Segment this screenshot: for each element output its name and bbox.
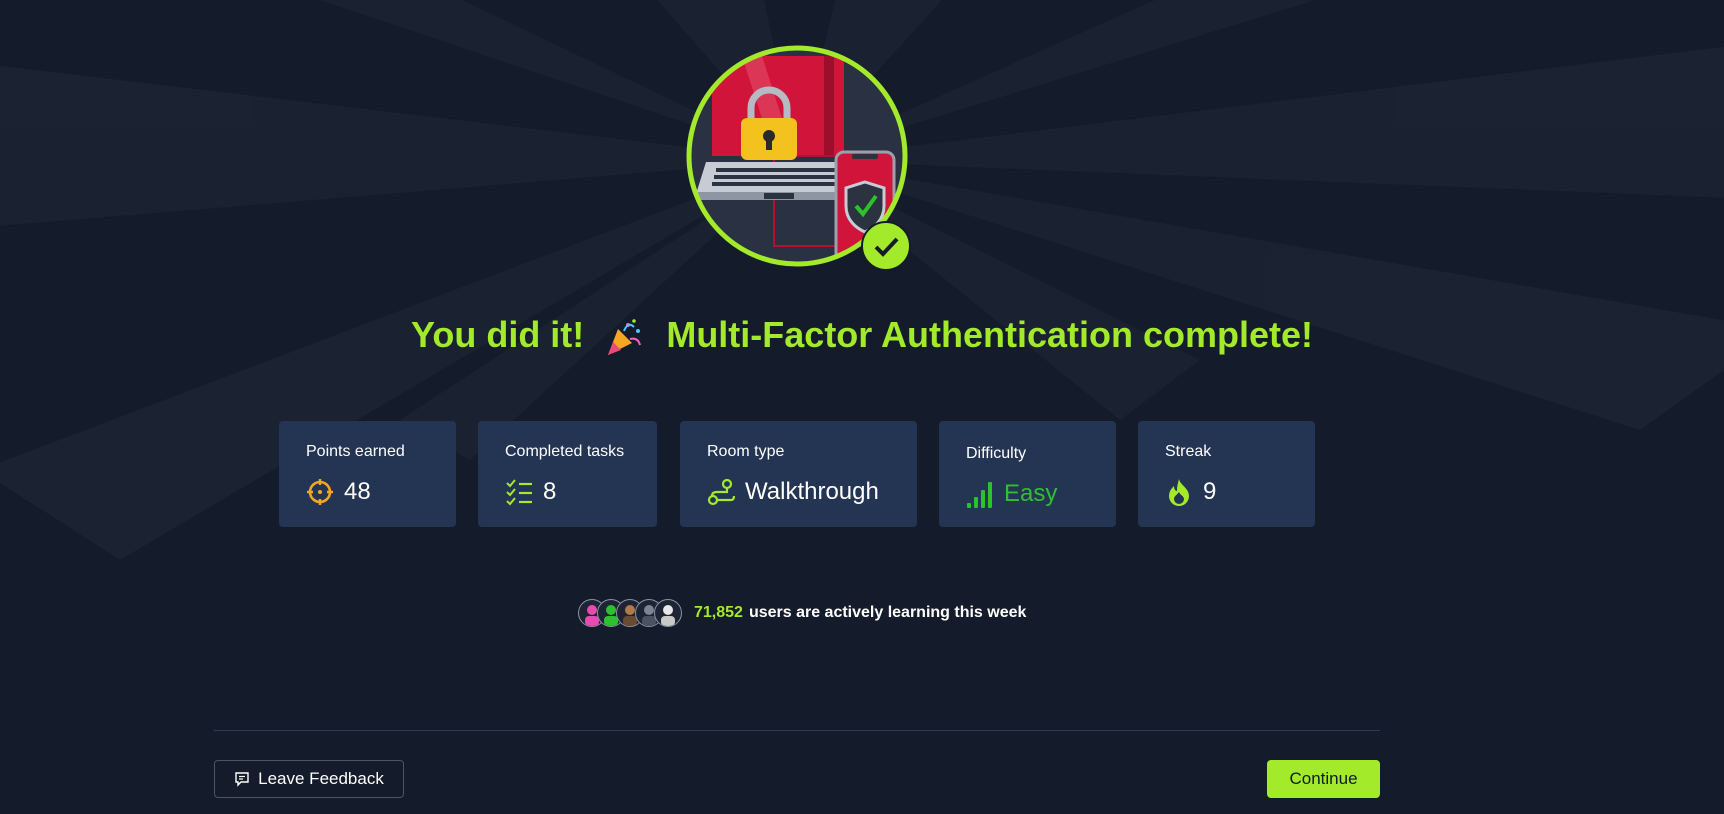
stat-card-completed-tasks: Completed tasks 8 bbox=[478, 421, 657, 527]
stat-value: Easy bbox=[1004, 480, 1058, 507]
feedback-chat-icon bbox=[235, 772, 249, 787]
stat-label: Difficulty bbox=[966, 445, 1027, 462]
stat-card-room-type: Room type Walkthrough bbox=[680, 421, 917, 527]
stat-value: 8 bbox=[543, 478, 557, 505]
stat-label: Room type bbox=[707, 443, 785, 460]
stat-card-points: Points earned 48 bbox=[279, 421, 456, 527]
headline-room-complete: Multi-Factor Authentication complete! bbox=[666, 314, 1313, 355]
active-learners-text: users are actively learning this week bbox=[748, 604, 1027, 621]
leave-feedback-button[interactable]: Leave Feedback bbox=[214, 760, 404, 798]
continue-label: Continue bbox=[1289, 769, 1358, 788]
completion-headline: You did it! Multi-Factor Authentication … bbox=[0, 313, 1724, 357]
stat-label: Points earned bbox=[306, 443, 405, 460]
avatar bbox=[654, 599, 682, 627]
route-path-icon bbox=[707, 478, 735, 506]
footer-divider bbox=[214, 730, 1380, 731]
signal-bars-icon bbox=[967, 482, 992, 508]
stat-value: 48 bbox=[344, 478, 371, 505]
leave-feedback-label: Leave Feedback bbox=[258, 769, 384, 788]
stat-value: Walkthrough bbox=[745, 478, 879, 505]
headline-prefix: You did it! bbox=[411, 314, 585, 355]
crosshair-target-icon bbox=[307, 479, 333, 505]
active-learners-count: 71,852 bbox=[694, 604, 743, 621]
stat-label: Streak bbox=[1165, 443, 1212, 460]
stat-value: 9 bbox=[1203, 478, 1217, 505]
flame-icon bbox=[1169, 479, 1189, 506]
stat-card-difficulty: Difficulty Easy bbox=[939, 421, 1116, 527]
room-badge bbox=[684, 44, 912, 272]
party-popper-icon bbox=[608, 319, 642, 356]
stat-card-streak: Streak 9 bbox=[1138, 421, 1315, 527]
continue-button[interactable]: Continue bbox=[1267, 760, 1380, 798]
checklist-icon bbox=[506, 479, 532, 506]
learner-avatars bbox=[578, 599, 682, 627]
stat-label: Completed tasks bbox=[505, 443, 625, 460]
checkmark-icon bbox=[861, 221, 911, 271]
active-learners-banner: 71,852 users are actively learning this … bbox=[578, 598, 1026, 628]
